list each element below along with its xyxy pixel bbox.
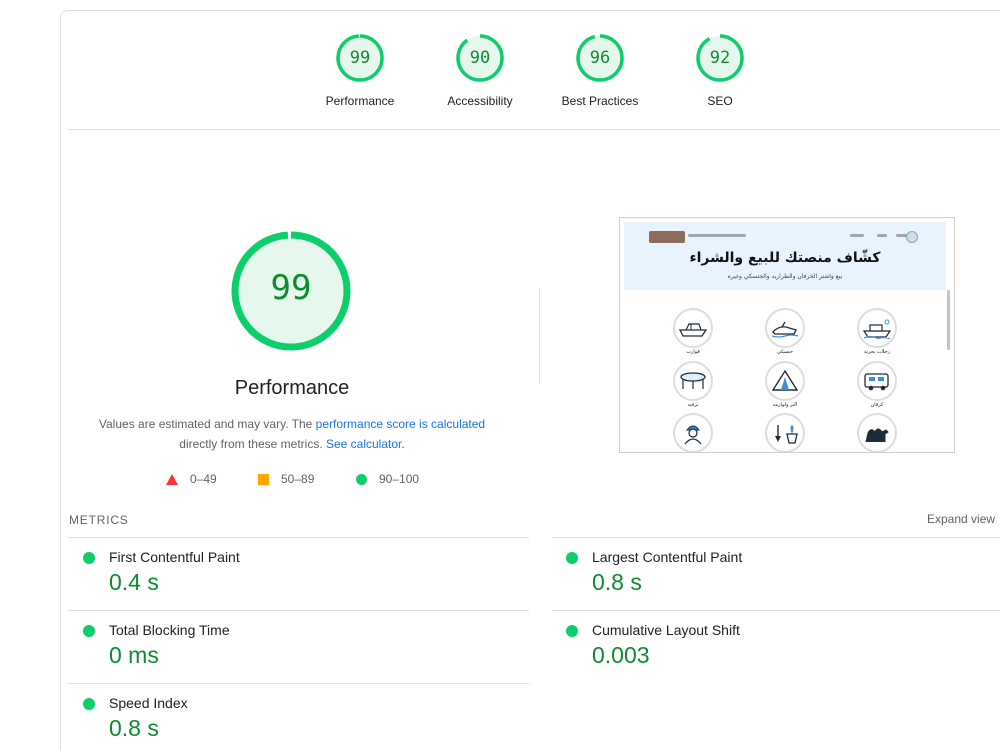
metric-divider [552,537,1000,538]
screenshot-category [760,413,810,452]
metric-value: 0.8 s [592,569,642,595]
screenshot-nav [688,234,746,237]
gauge-seo[interactable]: 92 SEO [660,33,780,108]
screenshot-category: البر ولوازمه [760,361,810,408]
screenshot-category: جتسكي [760,308,810,355]
camel-icon [865,428,889,443]
performance-score: 99 [270,268,312,308]
caravan-icon [864,373,889,391]
screenshot-category: قوارب [668,308,718,355]
metric-name: Speed Index [109,695,188,711]
performance-description: Values are estimated and may vary. The p… [90,414,494,454]
top-divider [68,129,1000,130]
pass-circle-icon [566,552,578,564]
score-calculated-link[interactable]: performance score is calculated [316,417,485,431]
final-screenshot[interactable]: كشّاف منصتك للبيع والشراء بيع واشتر الخر… [619,217,955,453]
desc-text: . [401,437,405,451]
screenshot-category [852,413,902,452]
desc-text: Values are estimated and may vary. The [98,417,316,431]
gauge-ring: 99 [335,33,385,83]
gauge-score: 92 [709,48,731,68]
gauge-accessibility[interactable]: 90 Accessibility [420,33,540,108]
gauge-label: Best Practices [561,94,639,108]
legend-label: 0–49 [190,472,217,486]
metric-divider [68,610,529,611]
metric-name: First Contentful Paint [109,549,240,565]
gauge-label: Accessibility [447,94,513,108]
screenshot-category-label: جتسكي [777,349,793,355]
category-gauges: 99 Performance 90 Accessibility 96 Best … [0,0,1000,130]
metric-value: 0.4 s [109,569,159,595]
cruise-boat-icon [862,319,892,339]
gauge-ring: 90 [455,33,505,83]
gauge-label: Performance [325,94,395,108]
screenshot-scrollbar [947,290,950,350]
screenshot-category-label: رحلات بحرية [863,349,891,355]
legend-label: 90–100 [379,472,420,486]
gauge-score: 96 [589,48,611,68]
screenshot-category: كرفان [852,361,902,408]
gauge-score: 90 [469,48,491,68]
pass-circle-icon [83,625,95,637]
circle-icon [356,473,367,485]
screenshot-category: رحلات بحرية [852,308,902,355]
metric-name: Total Blocking Time [109,622,230,638]
worker-icon [684,425,702,445]
screenshot-category-label: ترفيه [687,402,699,408]
screenshot-hero-title: كشّاف منصتك للبيع والشراء [689,250,881,266]
legend-fail: 0–49 [166,472,217,486]
pass-circle-icon [83,552,95,564]
legend-pass: 90–100 [356,472,419,486]
garden-icon [775,425,798,444]
gauge-score: 99 [349,48,371,68]
legend-average: 50–89 [258,472,314,486]
screenshot-nav [850,234,864,237]
see-calculator-link[interactable]: See calculator [326,437,401,451]
screenshot-hero-subtitle: بيع واشتر الخرفان والطراريد والجتسكي وغي… [727,273,843,280]
gauge-performance[interactable]: 99 Performance [300,33,420,108]
boat-icon [678,323,708,337]
gauge-ring: 96 [575,33,625,83]
jetski-icon [771,321,799,338]
screenshot-category: ترفيه [668,361,718,408]
trampoline-icon [680,372,706,389]
metric-value: 0 ms [109,642,159,668]
square-icon [258,473,269,485]
pass-circle-icon [83,698,95,710]
expand-view-toggle[interactable]: Expand view [927,512,995,526]
legend-label: 50–89 [281,472,315,486]
tent-icon [771,369,799,391]
screenshot-category-label: البر ولوازمه [772,402,798,408]
metric-value: 0.8 s [109,715,159,741]
screenshot-hero: كشّاف منصتك للبيع والشراء بيع واشتر الخر… [624,222,946,290]
gauge-ring: 92 [695,33,745,83]
metrics-title: METRICS [69,513,129,527]
performance-title: Performance [234,377,350,399]
screenshot-category-label: كرفان [870,402,884,408]
metric-name: Largest Contentful Paint [592,549,743,565]
screenshot-category [668,413,718,452]
screenshot-logo [906,231,918,243]
metric-divider [552,610,1000,611]
gauge-best-practices[interactable]: 96 Best Practices [540,33,660,108]
desc-text: directly from these metrics. [179,437,326,451]
screenshot-category-label: قوارب [686,349,700,355]
metric-divider [68,537,529,538]
vertical-divider [539,288,540,384]
screenshot-nav [877,234,887,237]
pass-circle-icon [566,625,578,637]
metric-divider [68,683,529,684]
metric-name: Cumulative Layout Shift [592,622,740,638]
performance-gauge-large: 99 [230,230,352,352]
triangle-icon [166,473,178,485]
gauge-label: SEO [707,94,733,108]
metric-value: 0.003 [592,642,650,668]
screenshot-cta-button [649,231,685,243]
